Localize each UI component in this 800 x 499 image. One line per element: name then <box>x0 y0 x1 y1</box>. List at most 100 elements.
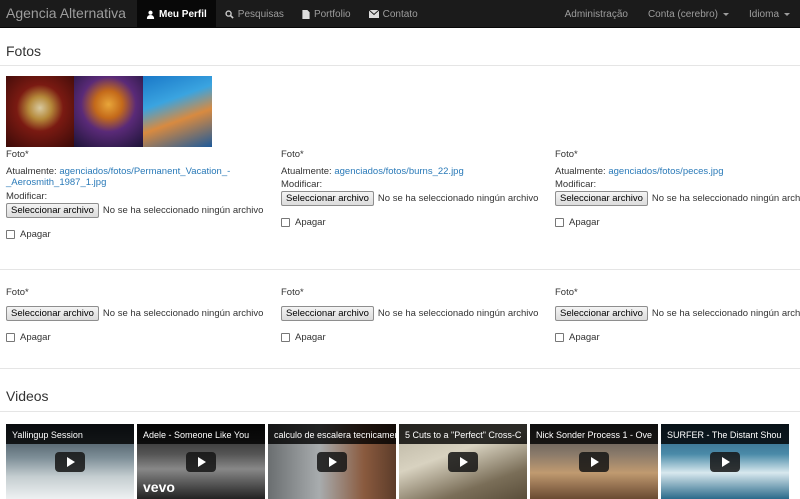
current-file-link[interactable]: agenciados/fotos/Permanent_Vacation_- <box>59 166 230 177</box>
nav-item-pesquisas[interactable]: Pesquisas <box>216 0 293 28</box>
clear-check-row: Apagar <box>281 217 551 228</box>
clear-checkbox[interactable] <box>281 333 290 342</box>
divider <box>0 411 800 412</box>
clear-check-row: Apagar <box>281 332 551 343</box>
caret-down-icon <box>784 12 790 16</box>
photo-upload-1: Foto* Atualmente: agenciados/fotos/Perma… <box>6 149 276 240</box>
clear-check-row: Apagar <box>555 217 800 228</box>
clear-label: Apagar <box>569 217 600 228</box>
clear-checkbox[interactable] <box>6 333 15 342</box>
divider <box>0 65 800 66</box>
photo-label: Foto* <box>555 149 578 160</box>
modify-label: Modificar: <box>6 191 48 202</box>
current-prefix: Atualmente: <box>281 166 332 177</box>
video-thumbnail[interactable]: calculo de escalera tecnicamente <box>268 424 396 499</box>
nav-item-portfolio[interactable]: Portfolio <box>293 0 360 28</box>
current-file-link[interactable]: agenciados/fotos/peces.jpg <box>608 166 723 177</box>
main-nav: Meu Perfil Pesquisas Portfolio Contato <box>137 0 427 28</box>
vevo-logo: vevo <box>143 479 175 495</box>
top-navbar: Agencia Alternativa Meu Perfil Pesquisas… <box>0 0 800 28</box>
file-input-row: Seleccionar archivo No se ha seleccionad… <box>555 306 800 321</box>
language-dropdown[interactable]: Idioma <box>739 0 800 28</box>
play-icon[interactable] <box>186 452 216 472</box>
modify-label: Modificar: <box>555 179 597 190</box>
photo-label: Foto* <box>6 287 29 298</box>
right-nav: Administração Conta (cerebro) Idioma <box>555 0 800 28</box>
divider <box>0 368 800 369</box>
user-icon <box>146 10 155 19</box>
divider <box>0 269 800 270</box>
no-file-text: No se ha seleccionado ningún archivo <box>377 308 539 319</box>
nav-label: Portfolio <box>313 8 351 20</box>
nav-item-contato[interactable]: Contato <box>360 0 427 28</box>
burns-photo <box>74 76 143 147</box>
file-icon <box>302 9 310 19</box>
play-icon[interactable] <box>579 452 609 472</box>
clear-label: Apagar <box>20 332 51 343</box>
brand-logo[interactable]: Agencia Alternativa <box>6 5 126 21</box>
choose-file-button[interactable]: Seleccionar archivo <box>281 306 374 321</box>
play-icon[interactable] <box>710 452 740 472</box>
file-input-row: Seleccionar archivo No se ha seleccionad… <box>555 191 800 206</box>
video-thumbnail[interactable]: 5 Cuts to a "Perfect" Cross-C <box>399 424 527 499</box>
video-thumbnail[interactable]: SURFER - The Distant Shou <box>661 424 789 499</box>
choose-file-button[interactable]: Seleccionar archivo <box>6 306 99 321</box>
video-list: Yallingup Session Adele - Someone Like Y… <box>6 424 789 499</box>
choose-file-button[interactable]: Seleccionar archivo <box>555 191 648 206</box>
photo-upload-5: Foto* Seleccionar archivo No se ha selec… <box>281 287 551 343</box>
photo-label: Foto* <box>281 287 304 298</box>
nav-item-meu-perfil[interactable]: Meu Perfil <box>137 0 216 28</box>
file-input-row: Seleccionar archivo No se ha seleccionad… <box>6 306 276 321</box>
current-prefix: Atualmente: <box>6 166 57 177</box>
fotos-heading: Fotos <box>6 43 42 59</box>
clear-check-row: Apagar <box>6 229 276 240</box>
modify-label: Modificar: <box>281 179 323 190</box>
clear-check-row: Apagar <box>6 332 276 343</box>
play-icon[interactable] <box>448 452 478 472</box>
current-file-link[interactable]: agenciados/fotos/burns_22.jpg <box>334 166 463 177</box>
clear-label: Apagar <box>295 217 326 228</box>
file-input-row: Seleccionar archivo No se ha seleccionad… <box>6 203 276 218</box>
video-thumbnail[interactable]: Adele - Someone Like You vevo <box>137 424 265 499</box>
clear-checkbox[interactable] <box>555 333 564 342</box>
no-file-text: No se ha seleccionado ningún archivo <box>651 193 800 204</box>
videos-heading: Videos <box>6 388 49 404</box>
nav-label: Pesquisas <box>237 8 284 20</box>
choose-file-button[interactable]: Seleccionar archivo <box>6 203 99 218</box>
play-icon[interactable] <box>55 452 85 472</box>
clear-checkbox[interactable] <box>6 230 15 239</box>
video-title: Yallingup Session <box>6 424 134 444</box>
aerosmith-photo <box>6 76 74 147</box>
nav-label: Contato <box>382 8 418 20</box>
choose-file-button[interactable]: Seleccionar archivo <box>281 191 374 206</box>
clear-label: Apagar <box>569 332 600 343</box>
photo-upload-3: Foto* Atualmente: agenciados/fotos/peces… <box>555 149 800 228</box>
current-file-link-cont[interactable]: _Aerosmith_1987_1.jpg <box>6 177 106 188</box>
choose-file-button[interactable]: Seleccionar archivo <box>555 306 648 321</box>
video-title: Adele - Someone Like You <box>137 424 265 444</box>
nav-label: Meu Perfil <box>159 8 207 20</box>
photo-label: Foto* <box>281 149 304 160</box>
current-photo-thumbnail <box>6 76 212 147</box>
clear-label: Apagar <box>295 332 326 343</box>
nav-label: Administração <box>564 8 628 20</box>
photo-upload-2: Foto* Atualmente: agenciados/fotos/burns… <box>281 149 551 228</box>
video-thumbnail[interactable]: Nick Sonder Process 1 - Ove <box>530 424 658 499</box>
search-icon <box>225 9 234 19</box>
nav-label: Conta (cerebro) <box>647 8 718 20</box>
photo-upload-6: Foto* Seleccionar archivo No se ha selec… <box>555 287 800 343</box>
file-input-row: Seleccionar archivo No se ha seleccionad… <box>281 191 551 206</box>
current-prefix: Atualmente: <box>555 166 606 177</box>
nav-label: Idioma <box>748 8 779 20</box>
video-thumbnail[interactable]: Yallingup Session <box>6 424 134 499</box>
play-icon[interactable] <box>317 452 347 472</box>
account-dropdown[interactable]: Conta (cerebro) <box>638 0 739 28</box>
photo-label: Foto* <box>6 149 29 160</box>
nav-item-administracao[interactable]: Administração <box>555 0 638 28</box>
clear-label: Apagar <box>20 229 51 240</box>
no-file-text: No se ha seleccionado ningún archivo <box>102 308 264 319</box>
video-title: SURFER - The Distant Shou <box>661 424 789 444</box>
clear-checkbox[interactable] <box>281 218 290 227</box>
clear-check-row: Apagar <box>555 332 800 343</box>
clear-checkbox[interactable] <box>555 218 564 227</box>
